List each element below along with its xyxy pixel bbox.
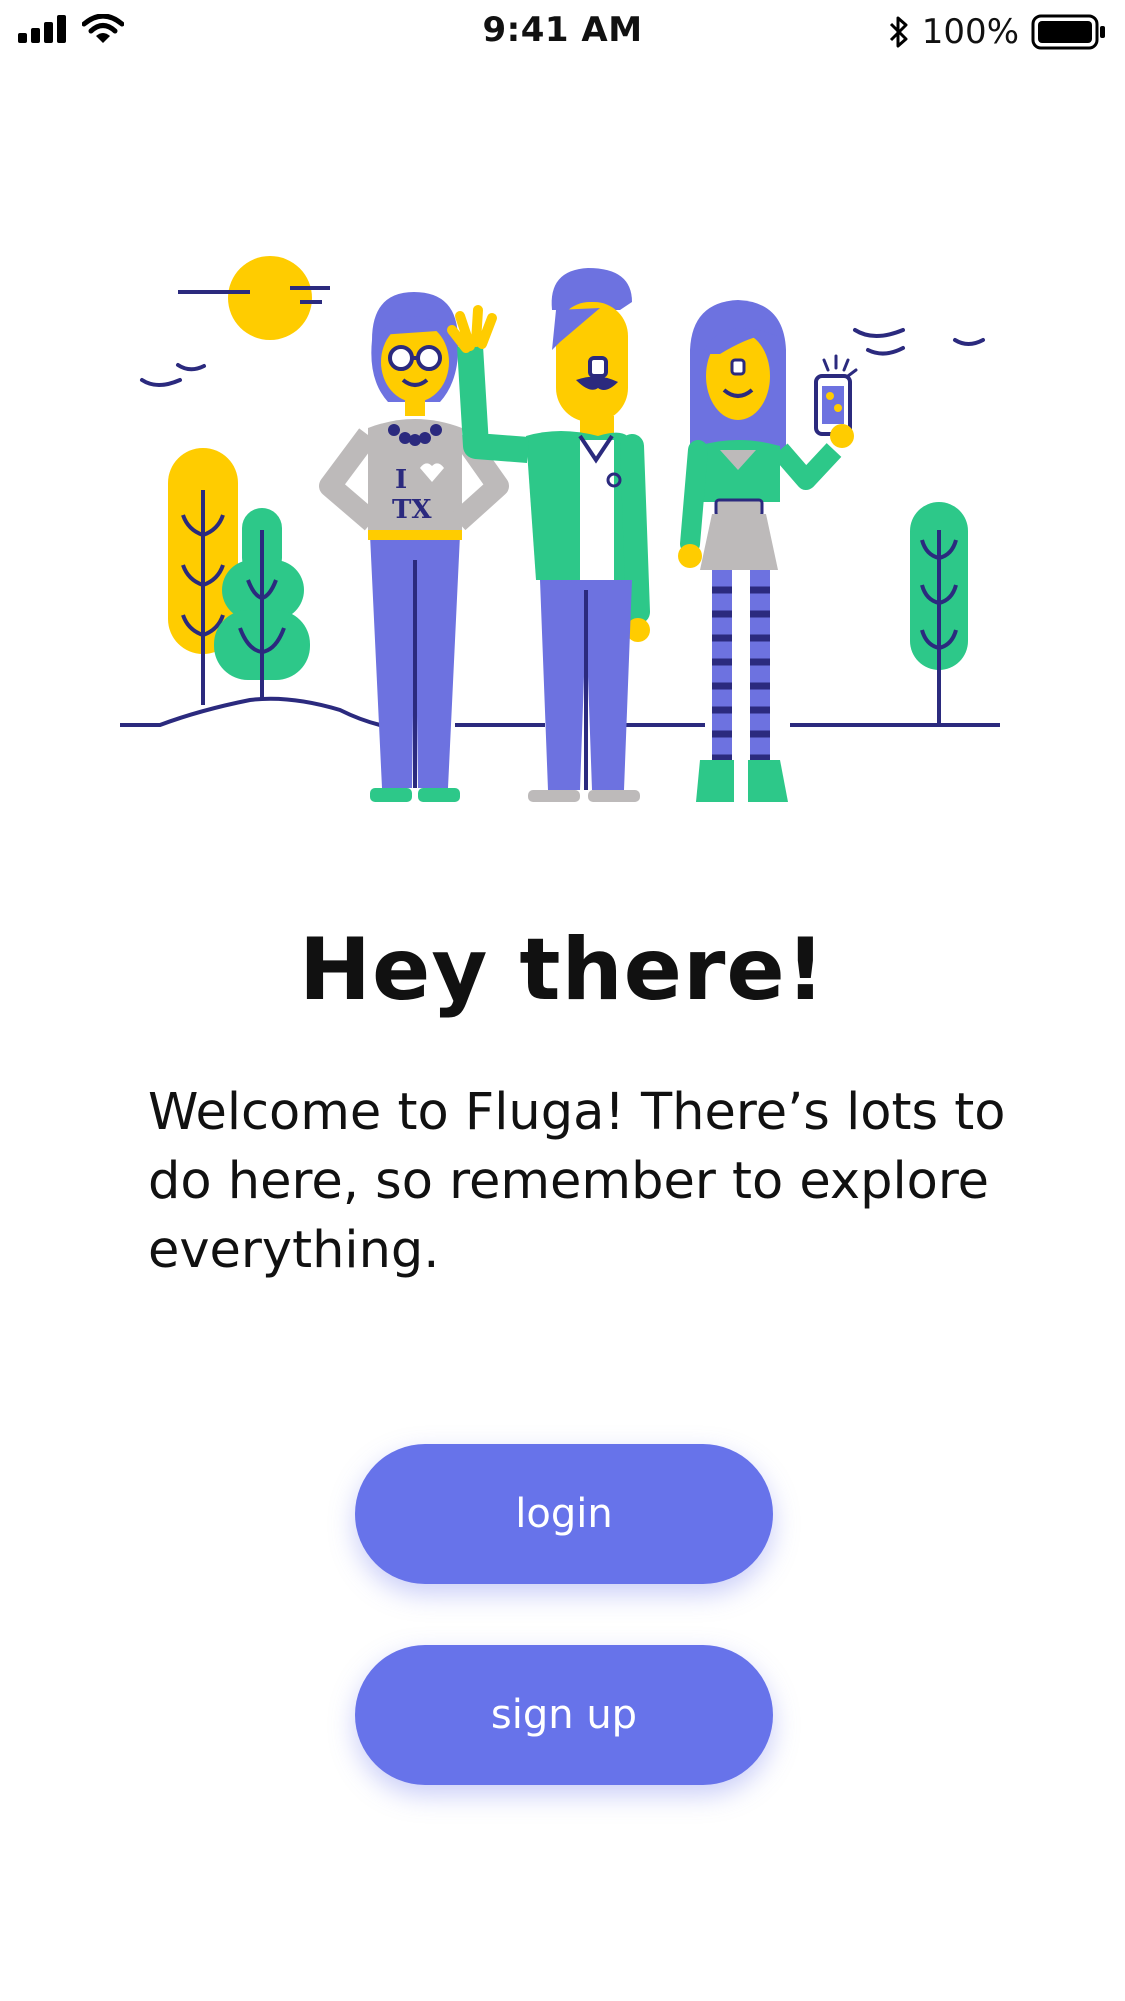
tree-green-right-icon	[910, 502, 968, 725]
shirt-text-bottom: TX	[392, 495, 432, 525]
welcome-title: Hey there!	[299, 920, 826, 1020]
battery-percent: 100%	[921, 12, 1019, 52]
login-button[interactable]: login	[355, 1444, 773, 1584]
sign-up-button[interactable]: sign up	[355, 1645, 773, 1785]
welcome-illustration: I TX	[120, 256, 1000, 802]
sun-icon	[178, 256, 330, 340]
status-right: 100%	[888, 12, 1107, 52]
welcome-message: Welcome to Fluga! There’s lots to do her…	[148, 1083, 1006, 1280]
battery-icon	[1031, 14, 1105, 50]
status-bar: 9:41 AM 100%	[0, 0, 1125, 62]
character-man-waving	[447, 268, 650, 802]
phone-icon	[814, 354, 858, 448]
bluetooth-icon	[889, 16, 908, 48]
shirt-text-top: I	[395, 465, 407, 495]
